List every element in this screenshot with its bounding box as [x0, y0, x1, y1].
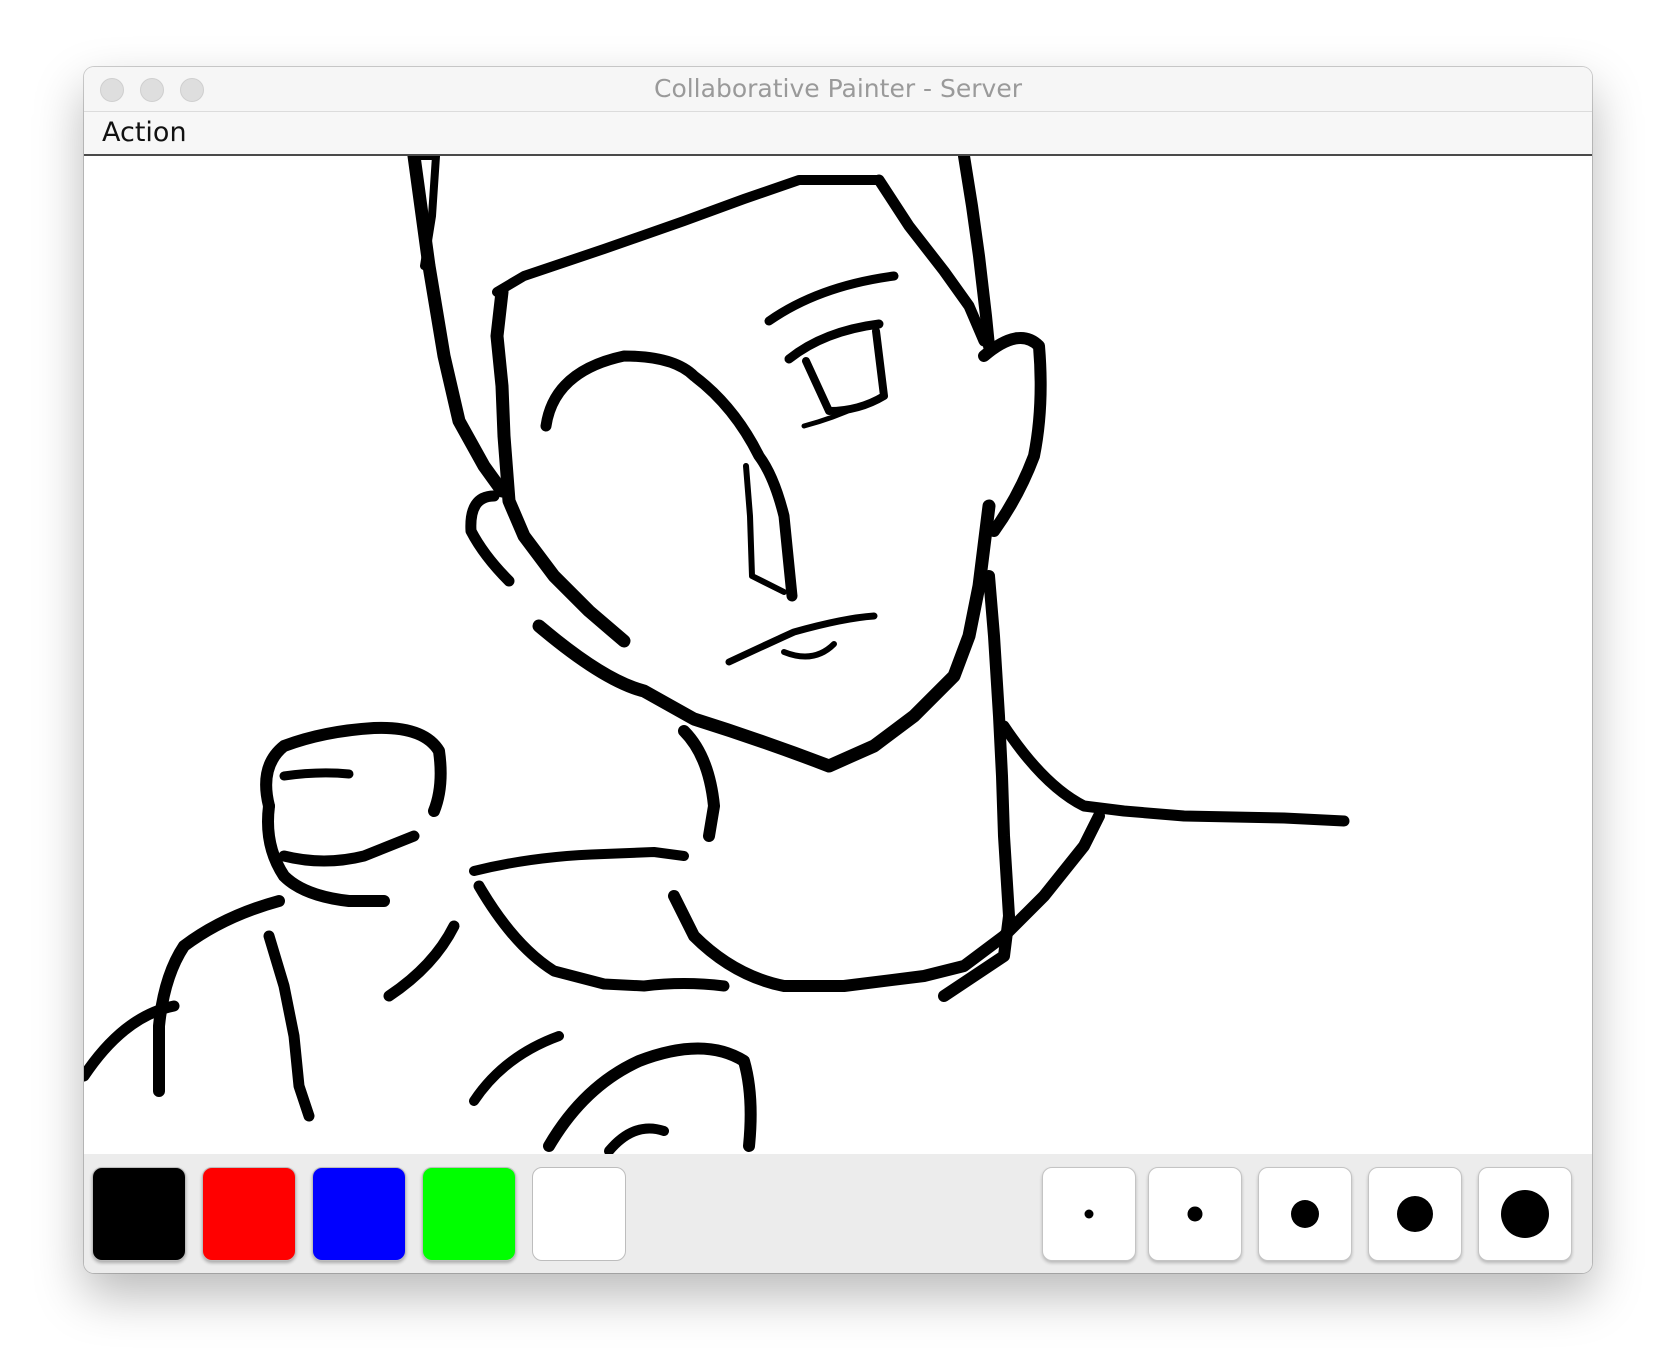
- window-title: Collaborative Painter - Server: [653, 74, 1023, 103]
- title-bar[interactable]: Collaborative Painter - Server: [84, 67, 1592, 112]
- app-window: Collaborative Painter - Server Action: [84, 67, 1592, 1273]
- brush-dot-icon: [1501, 1190, 1549, 1238]
- brush-dot-icon: [1084, 1209, 1094, 1219]
- brush-dot-icon: [1397, 1196, 1433, 1232]
- color-swatch-black[interactable]: [92, 1167, 186, 1261]
- brush-size-medium-button[interactable]: [1258, 1167, 1352, 1261]
- brush-dot-icon: [1187, 1206, 1203, 1222]
- tool-palette: [84, 1154, 1592, 1273]
- menu-action[interactable]: Action: [102, 112, 187, 154]
- brush-size-extra-large-button[interactable]: [1478, 1167, 1572, 1261]
- sketch-drawing: [84, 156, 1350, 1154]
- menu-bar: Action: [84, 112, 1592, 156]
- brush-dot-icon: [1291, 1200, 1319, 1228]
- brush-size-extra-small-button[interactable]: [1042, 1167, 1136, 1261]
- color-swatch-white[interactable]: [532, 1167, 626, 1261]
- brush-size-large-button[interactable]: [1368, 1167, 1462, 1261]
- drawing-canvas[interactable]: [84, 156, 1592, 1154]
- color-swatch-blue[interactable]: [312, 1167, 406, 1261]
- color-swatch-green[interactable]: [422, 1167, 516, 1261]
- color-swatch-red[interactable]: [202, 1167, 296, 1261]
- brush-size-small-button[interactable]: [1148, 1167, 1242, 1261]
